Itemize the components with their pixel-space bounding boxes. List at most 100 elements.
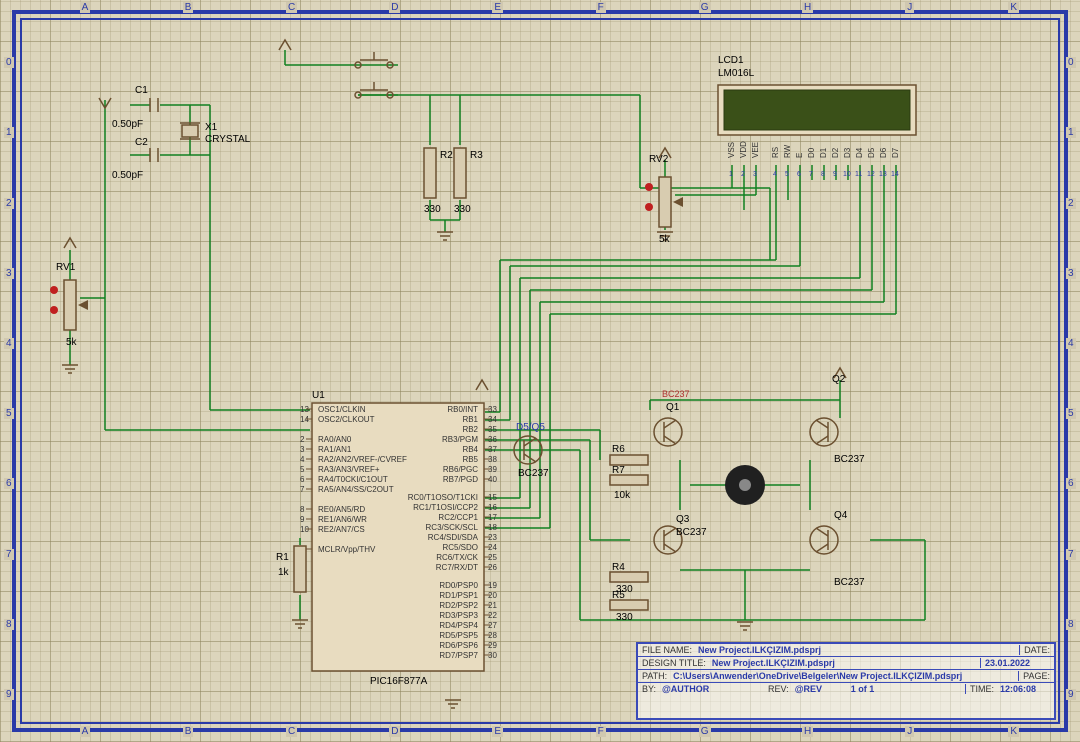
svg-text:Q3: Q3 [676,514,690,525]
svg-text:BC237: BC237 [834,454,865,465]
lcd-lcd1[interactable]: LCD1 LM016L [718,55,916,135]
svg-text:D3: D3 [843,147,852,158]
svg-text:D0: D0 [807,147,816,158]
ruler-left: 4 [4,338,14,349]
ruler-left: 7 [1066,549,1076,560]
ruler-left: 8 [1066,619,1076,630]
svg-text:RD3/PSP3: RD3/PSP3 [439,611,478,620]
svg-text:5: 5 [300,465,305,474]
ruler-top: B [183,726,194,737]
svg-text:Q4: Q4 [834,510,848,521]
svg-text:3: 3 [753,171,757,178]
tb-path: C:\Users\Anwender\OneDrive\Belgeler\New … [673,671,1012,681]
pot-rv1[interactable]: RV1 5k [50,262,88,348]
svg-text:RC3/SCK/SCL: RC3/SCK/SCL [426,523,479,532]
svg-text:0.50pF: 0.50pF [112,170,143,181]
svg-text:R3: R3 [470,150,483,161]
svg-text:OSC1/CLKIN: OSC1/CLKIN [318,405,366,414]
resistor-r7[interactable]: R7 [610,465,648,485]
svg-text:BC237: BC237 [662,389,690,399]
svg-text:D1: D1 [819,147,828,158]
svg-text:X1: X1 [205,122,218,133]
ruler-left: 7 [4,549,14,560]
lcd-pin-numbers: 1 2 3 4 5 6 7 8 9 10 11 12 13 14 [729,171,899,178]
svg-text:RB3/PGM: RB3/PGM [442,435,478,444]
svg-text:D2: D2 [831,147,840,158]
ruler-top: G [699,2,711,13]
svg-text:D6: D6 [879,147,888,158]
tb-date-label: DATE: [1019,645,1050,655]
ruler-top: G [699,726,711,737]
ruler-left: 2 [1066,198,1076,209]
svg-text:Q2: Q2 [832,374,846,385]
tb-filename-label: FILE NAME: [642,645,692,655]
ruler-top: J [905,2,914,13]
svg-text:330: 330 [424,204,441,215]
svg-text:C1: C1 [135,85,148,96]
ruler-left: 6 [4,478,14,489]
svg-text:D4: D4 [855,147,864,158]
ruler-left: 2 [4,198,14,209]
resistor-r3[interactable]: R3 330 [454,148,483,215]
tb-time-label: TIME: [965,684,994,694]
svg-text:BC237: BC237 [676,527,707,538]
transistor-q3[interactable]: Q3 BC237 [654,514,707,554]
svg-text:5: 5 [785,171,789,178]
capacitor-c1[interactable]: C1 0.50pF [112,85,158,130]
svg-text:14: 14 [891,171,899,178]
svg-text:BC237: BC237 [518,468,549,479]
ruler-top: D [389,726,400,737]
resistor-r2[interactable]: R2 330 [424,148,453,215]
svg-text:RE0/AN5/RD: RE0/AN5/RD [318,505,365,514]
resistor-r1[interactable]: R1 1k [276,546,306,592]
svg-text:RS: RS [771,147,780,158]
ruler-top: J [905,726,914,737]
lcd-pin-labels: VSS VDD VEE RS RW E D0 D1 D2 D3 D4 D5 D6… [727,141,900,158]
svg-text:RB7/PGD: RB7/PGD [443,475,478,484]
svg-text:VDD: VDD [739,141,748,158]
svg-text:RD7/PSP7: RD7/PSP7 [439,651,478,660]
tb-by: @AUTHOR [662,684,762,694]
svg-text:Q1: Q1 [666,402,680,413]
svg-text:330: 330 [454,204,471,215]
tb-page-label: PAGE: [1018,671,1050,681]
svg-text:PIC16F877A: PIC16F877A [370,676,428,687]
ruler-left: 5 [1066,408,1076,419]
svg-text:4: 4 [300,455,305,464]
svg-text:C2: C2 [135,137,148,148]
ruler-top: A [80,2,91,13]
svg-text:RC2/CCP1: RC2/CCP1 [438,513,478,522]
svg-text:3: 3 [300,445,305,454]
dc-motor[interactable] [725,465,765,505]
ruler-top: B [183,2,194,13]
transistor-q4[interactable]: Q4 BC237 [810,510,865,588]
ruler-top: D [389,2,400,13]
svg-text:11: 11 [855,171,862,178]
svg-text:R6: R6 [612,444,625,455]
tb-time: 12:06:08 [1000,684,1050,694]
ruler-left: 1 [4,127,14,138]
svg-text:U1: U1 [312,390,325,401]
svg-text:R1: R1 [276,552,289,563]
capacitor-c2[interactable]: C2 0.50pF [112,137,158,181]
svg-text:7: 7 [300,485,305,494]
svg-text:7: 7 [809,171,813,178]
svg-text:RB6/PGC: RB6/PGC [443,465,478,474]
svg-text:RB1: RB1 [462,415,478,424]
ruler-top: F [596,2,606,13]
svg-text:6: 6 [797,171,801,178]
svg-text:RC5/SDO: RC5/SDO [442,543,478,552]
svg-text:9: 9 [300,515,305,524]
transistor-q1[interactable]: Q1 BC237 [654,389,690,446]
svg-text:VSS: VSS [727,142,736,158]
svg-text:10k: 10k [614,490,631,501]
transistor-q2[interactable]: Q2 BC237 [810,374,865,465]
svg-text:1: 1 [729,171,733,178]
svg-text:RC7/RX/DT: RC7/RX/DT [436,563,478,572]
tb-date: 23.01.2022 [980,658,1050,668]
svg-text:9: 9 [833,171,837,178]
schematic-canvas[interactable]: C1 0.50pF C2 0.50pF X1 CRYSTAL R2 330 R3… [0,0,1080,742]
svg-text:RC1/T1OSI/CCP2: RC1/T1OSI/CCP2 [413,503,478,512]
svg-text:RD0/PSP0: RD0/PSP0 [439,581,478,590]
svg-text:2: 2 [300,435,305,444]
